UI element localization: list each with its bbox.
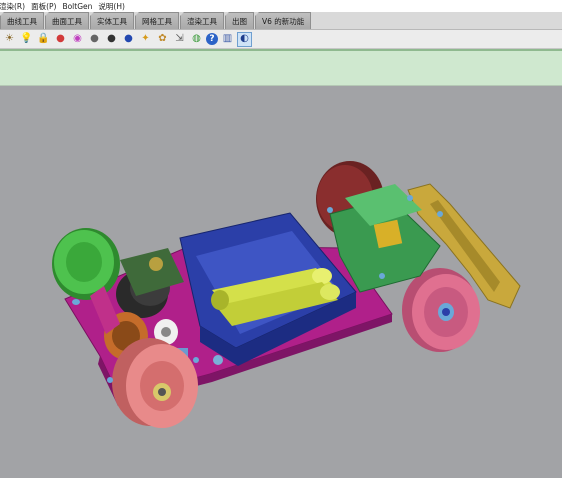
dark-sphere-icon[interactable]: ● bbox=[104, 32, 119, 47]
color-wheel-icon[interactable]: ◉ bbox=[70, 32, 85, 47]
light-bulb-icon[interactable]: 💡 bbox=[19, 32, 34, 47]
command-area-divider bbox=[0, 49, 562, 51]
menu-render[interactable]: 渲染(R) bbox=[0, 1, 25, 12]
render-icon[interactable]: ◐ bbox=[237, 31, 252, 47]
tab-drafting[interactable]: 出图 bbox=[225, 12, 254, 29]
red-sphere-icon[interactable]: ● bbox=[53, 32, 68, 47]
lock-icon[interactable]: 🔒 bbox=[36, 32, 51, 47]
material-sphere-icon[interactable]: ● bbox=[87, 32, 102, 47]
blue-sphere-icon[interactable]: ● bbox=[121, 32, 136, 47]
command-area[interactable] bbox=[0, 49, 562, 86]
ground-plane-icon[interactable]: ▥ bbox=[220, 32, 235, 47]
tab-mesh-tools[interactable]: 网格工具 bbox=[135, 12, 179, 29]
tab-curve-tools[interactable]: 曲线工具 bbox=[0, 12, 44, 29]
front-left-wheel bbox=[52, 228, 120, 300]
menu-panels[interactable]: 面板(P) bbox=[31, 1, 56, 12]
menu-boltgen[interactable]: BoltGen bbox=[62, 2, 92, 11]
render-toolbar: ☀ 💡 🔒 ● ◉ ● ● ● ✦ ✿ ⇲ ◍ ? ▥ ◐ bbox=[0, 30, 562, 49]
camera-icon[interactable]: ☀ bbox=[2, 32, 17, 47]
tab-surface-tools[interactable]: 曲面工具 bbox=[45, 12, 89, 29]
tab-solid-tools[interactable]: 实体工具 bbox=[90, 12, 134, 29]
menu-bar: 渲染(R) 面板(P) BoltGen 说明(H) bbox=[0, 0, 562, 12]
rc-car-model bbox=[52, 161, 521, 428]
texture-icon[interactable]: ✿ bbox=[155, 32, 170, 47]
perspective-viewport[interactable] bbox=[0, 86, 562, 478]
servo-block bbox=[373, 219, 403, 249]
rear-right-wheel bbox=[402, 268, 480, 352]
tab-v6-new[interactable]: V6 的新功能 bbox=[255, 12, 312, 29]
tab-render-tools[interactable]: 渲染工具 bbox=[180, 12, 224, 29]
environment-icon[interactable]: ◍ bbox=[189, 32, 204, 47]
toolbar-tabs: 曲线工具 曲面工具 实体工具 网格工具 渲染工具 出图 V6 的新功能 bbox=[0, 12, 562, 30]
mapping-icon[interactable]: ⇲ bbox=[172, 32, 187, 47]
menu-help[interactable]: 说明(H) bbox=[98, 1, 125, 12]
help-icon[interactable]: ? bbox=[206, 33, 218, 45]
spotlight-icon[interactable]: ✦ bbox=[138, 32, 153, 47]
